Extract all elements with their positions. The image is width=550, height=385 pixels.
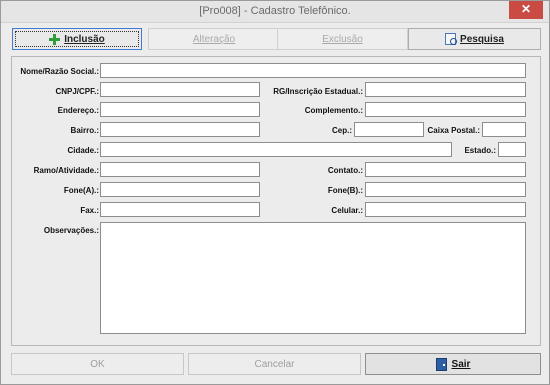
fone-b-label: Fone(B).: xyxy=(327,186,363,195)
celular-label: Celular.: xyxy=(331,206,363,215)
cep-input[interactable] xyxy=(354,122,424,137)
ramo-label: Ramo/Atividade.: xyxy=(33,166,99,175)
endereco-label: Endereço.: xyxy=(57,106,99,115)
rg-input[interactable] xyxy=(365,82,526,97)
cidade-label: Cidade.: xyxy=(67,146,99,155)
exclusao-label: Exclusão xyxy=(322,33,363,45)
exclusao-button[interactable]: Exclusão xyxy=(277,28,408,50)
contato-input[interactable] xyxy=(365,162,526,177)
observacoes-textarea[interactable] xyxy=(100,222,526,334)
contato-label: Contato.: xyxy=(327,166,363,175)
caixa-postal-label: Caixa Postal.: xyxy=(427,126,480,135)
pesquisa-label: Pesquisa xyxy=(460,33,504,45)
complemento-input[interactable] xyxy=(365,102,526,117)
close-button[interactable]: ✕ xyxy=(509,1,543,19)
plus-icon xyxy=(49,33,61,45)
nome-input[interactable] xyxy=(100,63,526,78)
toolbar: Inclusão Alteração Exclusão Pesquisa xyxy=(11,28,541,52)
cnpj-input[interactable] xyxy=(100,82,260,97)
cep-label: Cep.: xyxy=(332,126,352,135)
fone-a-label: Fone(A).: xyxy=(63,186,99,195)
sair-label: Sair xyxy=(451,358,471,370)
nome-label: Nome/Razão Social.: xyxy=(20,67,99,76)
cadastro-form: Nome/Razão Social.: CNPJ/CPF.: RG/Inscri… xyxy=(11,56,541,346)
rg-label: RG/Inscrição Estadual.: xyxy=(273,87,363,96)
endereco-input[interactable] xyxy=(100,102,260,117)
ok-button[interactable]: OK xyxy=(11,353,184,375)
bairro-label: Bairro.: xyxy=(70,126,99,135)
window-title: [Pro008] - Cadastro Telefônico. xyxy=(199,5,351,17)
inclusao-label: Inclusão xyxy=(64,33,105,45)
cancelar-button[interactable]: Cancelar xyxy=(188,353,361,375)
alteracao-button[interactable]: Alteração xyxy=(148,28,280,50)
estado-input[interactable] xyxy=(498,142,526,157)
fax-label: Fax.: xyxy=(80,206,99,215)
alteracao-label: Alteração xyxy=(192,33,236,45)
pesquisa-button[interactable]: Pesquisa xyxy=(408,28,541,50)
bottom-bar: OK Cancelar Sair xyxy=(11,353,541,377)
search-icon xyxy=(445,33,458,45)
ok-label: OK xyxy=(90,358,105,370)
cancelar-label: Cancelar xyxy=(254,358,295,370)
cadastro-telefonico-window: [Pro008] - Cadastro Telefônico. ✕ Inclus… xyxy=(0,0,550,385)
celular-input[interactable] xyxy=(365,202,526,217)
caixa-postal-input[interactable] xyxy=(482,122,526,137)
ramo-input[interactable] xyxy=(100,162,260,177)
title-bar: [Pro008] - Cadastro Telefônico. ✕ xyxy=(1,1,549,23)
complemento-label: Complemento.: xyxy=(304,106,363,115)
cidade-input[interactable] xyxy=(100,142,452,157)
bairro-input[interactable] xyxy=(100,122,260,137)
exit-door-icon xyxy=(435,357,447,371)
fone-b-input[interactable] xyxy=(365,182,526,197)
fone-a-input[interactable] xyxy=(100,182,260,197)
inclusao-button[interactable]: Inclusão xyxy=(12,28,142,50)
estado-label: Estado.: xyxy=(464,146,496,155)
fax-input[interactable] xyxy=(100,202,260,217)
sair-button[interactable]: Sair xyxy=(365,353,541,375)
cnpj-label: CNPJ/CPF.: xyxy=(55,87,99,96)
observacoes-label: Observações.: xyxy=(43,226,99,235)
